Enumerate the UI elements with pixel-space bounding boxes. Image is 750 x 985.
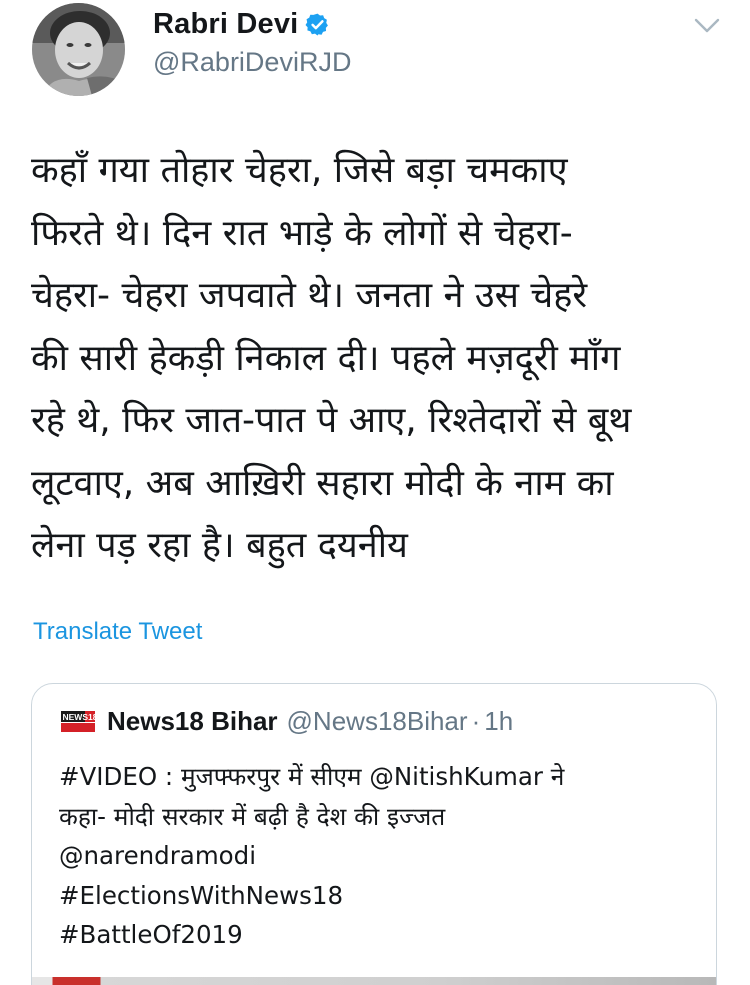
- tweet-page: Rabri Devi @RabriDeviRJD कहाँ गया तोहार …: [0, 0, 750, 985]
- tweet-text: कहाँ गया तोहार चेहरा, जिसे बड़ा चमकाए फि…: [31, 140, 731, 578]
- tweet-text-line: कहाँ गया तोहार चेहरा, जिसे बड़ा चमकाए: [31, 150, 568, 191]
- tweet-text-line: रहे थे, फिर जात-पात पे आए, रिश्तेदारों स…: [31, 400, 632, 441]
- quoted-author-handle[interactable]: @News18Bihar: [287, 706, 468, 737]
- quoted-text-line: @narendramodi: [59, 841, 257, 870]
- tweet-text-line: फिरते थे। दिन रात भाड़े के लोगों से चेहर…: [31, 212, 573, 254]
- author-name-row[interactable]: Rabri Devi: [153, 8, 330, 41]
- tweet-text-line: चेहरा- चेहरा जपवाते थे। जनता ने उस चेहरे: [31, 275, 588, 316]
- tweet-text-line: की सारी हेकड़ी निकाल दी। पहले मज़दूरी मा…: [31, 337, 621, 379]
- quoted-author-name[interactable]: News18 Bihar: [107, 706, 278, 737]
- quoted-media-thumbnail[interactable]: [32, 977, 716, 985]
- author-display-name[interactable]: Rabri Devi: [153, 8, 298, 41]
- quoted-tweet-header: NEWS18 News18 Bihar @News18Bihar · 1h: [61, 706, 513, 737]
- quoted-tweet-text: #VIDEO : मुजफ्फरपुर में सीएम @NitishKuma…: [59, 757, 699, 955]
- author-handle[interactable]: @RabriDeviRJD: [153, 47, 351, 78]
- quoted-timestamp[interactable]: 1h: [484, 706, 513, 737]
- profile-photo-icon: [32, 3, 125, 96]
- chevron-down-icon[interactable]: [694, 17, 720, 35]
- quoted-text-line: #VIDEO : मुजफ्फरपुर में सीएम @NitishKuma…: [59, 762, 565, 791]
- news18-logo-text: NEWS18: [63, 712, 96, 722]
- translate-tweet-link[interactable]: Translate Tweet: [33, 618, 202, 646]
- quoted-text-line: कहा- मोदी सरकार में बढ़ी है देश की इज्जत: [59, 801, 446, 831]
- news18-logo-icon: NEWS18: [61, 709, 98, 734]
- tweet-text-line: लेना पड़ रहा है। बहुत दयनीय: [31, 525, 408, 566]
- verified-badge-icon: [305, 12, 330, 37]
- avatar[interactable]: [32, 3, 125, 96]
- quoted-meta-separator: ·: [471, 706, 481, 736]
- tweet-text-line: लूटवाए, अब आख़िरी सहारा मोदी के नाम का: [31, 462, 614, 504]
- quoted-tweet-card[interactable]: NEWS18 News18 Bihar @News18Bihar · 1h #V…: [31, 683, 717, 985]
- quoted-text-line: #BattleOf2019: [59, 920, 243, 949]
- quoted-text-line: #ElectionsWithNews18: [59, 880, 344, 910]
